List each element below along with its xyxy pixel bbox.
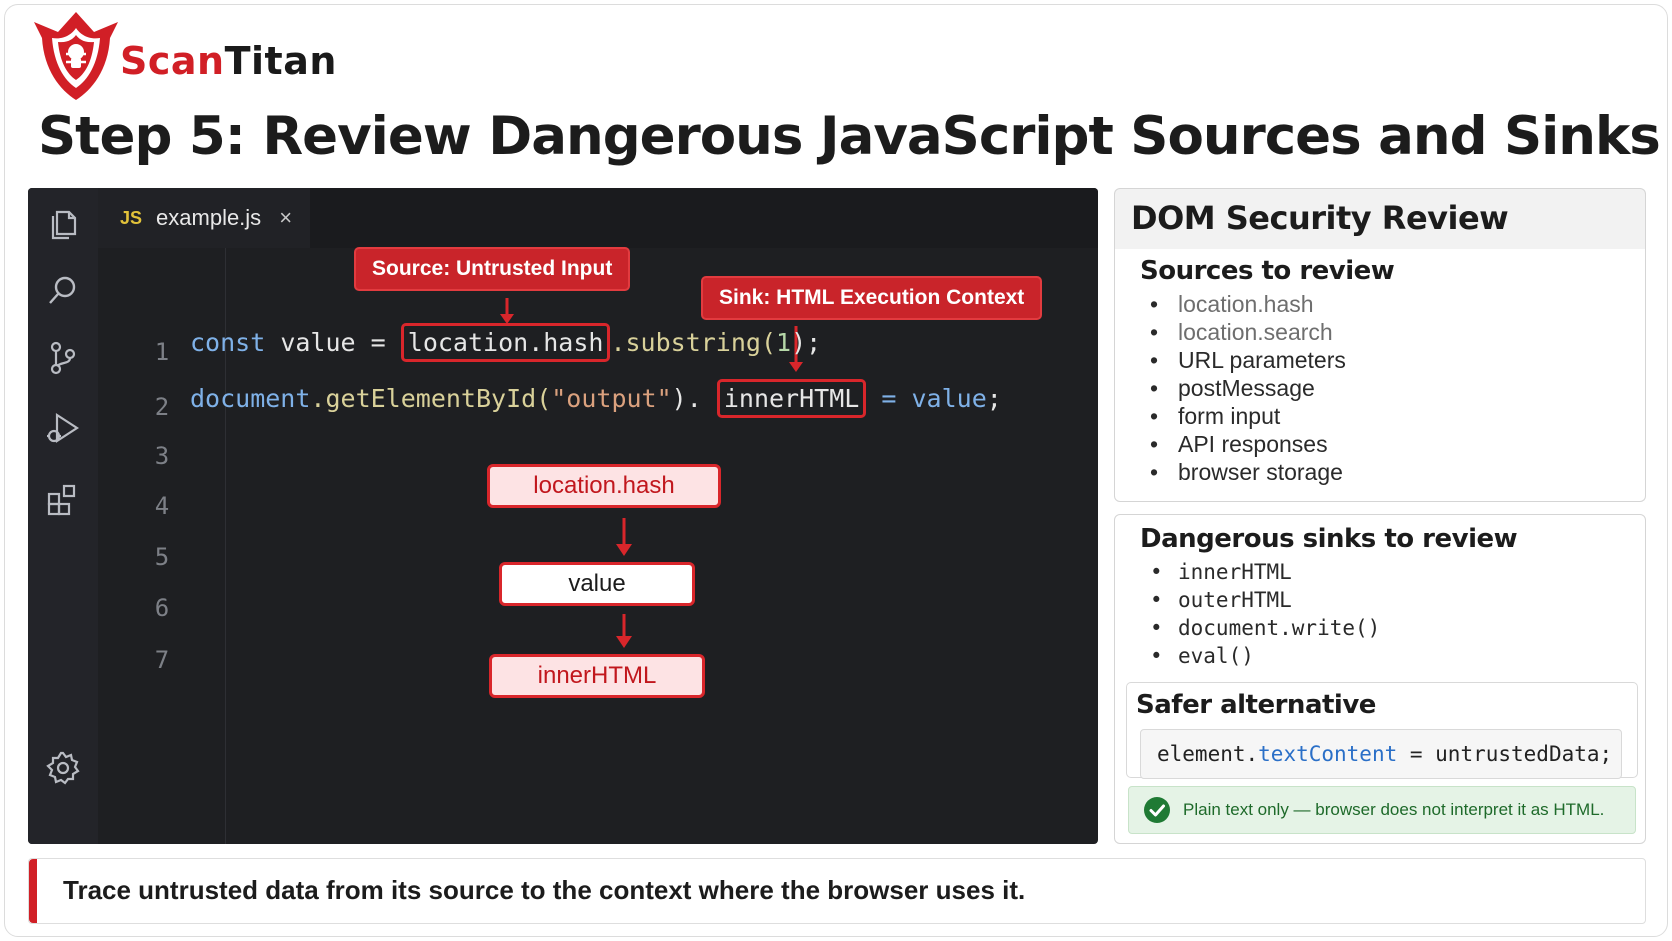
sinks-title: Dangerous sinks to review xyxy=(1140,524,1518,554)
brand-name-part2: Titan xyxy=(224,39,337,83)
list-item: URL parameters xyxy=(1140,346,1346,374)
code-line-2: document.getElementById("output"). inner… xyxy=(190,379,1002,418)
panel-title: DOM Security Review xyxy=(1131,199,1509,237)
list-item: browser storage xyxy=(1140,458,1346,486)
sources-list: location.hash location.search URL parame… xyxy=(1140,290,1346,486)
code-punctuation: ); xyxy=(791,328,822,357)
flow-step-value: value xyxy=(499,562,695,606)
list-item: postMessage xyxy=(1140,374,1346,402)
operator-equals: = xyxy=(881,384,897,413)
list-item: API responses xyxy=(1140,430,1346,458)
operator-equals: = xyxy=(370,328,386,357)
brand-name: ScanTitan xyxy=(120,39,337,83)
list-item: eval() xyxy=(1140,642,1380,670)
code-punctuation: ; xyxy=(986,384,1002,413)
brand-logo: ScanTitan xyxy=(28,6,336,106)
method-getelementbyid: .getElementById( xyxy=(310,384,552,413)
list-item: document.write() xyxy=(1140,614,1380,642)
code-object: element. xyxy=(1157,742,1259,766)
identifier-value: value xyxy=(280,328,356,357)
code-editor: JS example.js × 1 2 3 4 5 6 7 Source: Un… xyxy=(28,188,1098,844)
check-circle-icon xyxy=(1144,797,1170,823)
footer-banner: Trace untrusted data from its source to … xyxy=(28,858,1646,924)
safer-title: Safer alternative xyxy=(1136,690,1376,720)
sources-title: Sources to review xyxy=(1140,256,1395,286)
page-title: Step 5: Review Dangerous JavaScript Sour… xyxy=(38,106,1661,167)
brand-name-part1: Scan xyxy=(120,39,225,83)
sink-callout: Sink: HTML Execution Context xyxy=(701,276,1043,320)
list-item: innerHTML xyxy=(1140,558,1380,586)
success-text: Plain text only — browser does not inter… xyxy=(1183,800,1605,819)
sinks-list: innerHTML outerHTML document.write() eva… xyxy=(1140,558,1380,670)
sink-highlight: innerHTML xyxy=(716,379,867,418)
keyword-const: const xyxy=(190,328,266,357)
list-item: outerHTML xyxy=(1140,586,1380,614)
panel-header: DOM Security Review xyxy=(1114,188,1646,250)
success-note: Plain text only — browser does not inter… xyxy=(1128,786,1636,834)
identifier-document: document xyxy=(190,384,311,413)
code-line-1: const value = location.hash .substring(1)… xyxy=(190,323,822,362)
code-punctuation: ). xyxy=(671,384,702,413)
number-literal: 1 xyxy=(776,328,792,357)
flow-step-location-hash: location.hash xyxy=(487,464,721,508)
list-item: form input xyxy=(1140,402,1346,430)
string-literal: "output" xyxy=(551,384,672,413)
list-item: location.hash xyxy=(1140,290,1346,318)
list-item: location.search xyxy=(1140,318,1346,346)
code-assignment: = untrustedData; xyxy=(1397,742,1613,766)
safer-code-snippet: element.textContent = untrustedData; xyxy=(1140,729,1622,779)
code-property: textContent xyxy=(1258,742,1398,766)
method-substring: .substring( xyxy=(610,328,777,357)
footer-accent xyxy=(29,859,37,923)
footer-text: Trace untrusted data from its source to … xyxy=(63,875,1026,905)
shield-bug-icon xyxy=(34,12,118,100)
flow-step-innerhtml: innerHTML xyxy=(489,654,705,698)
source-callout: Source: Untrusted Input xyxy=(354,247,631,291)
source-highlight: location.hash xyxy=(400,323,611,362)
identifier-value: value xyxy=(911,384,987,413)
